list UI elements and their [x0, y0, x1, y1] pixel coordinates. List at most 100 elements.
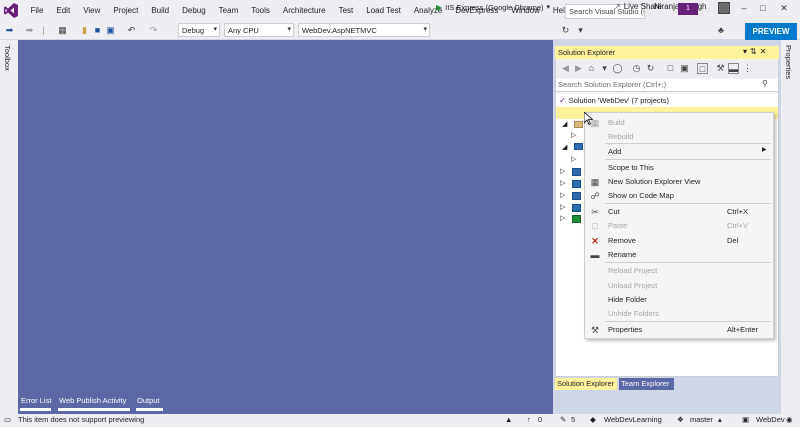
branch-icon[interactable]: ❖	[677, 415, 684, 424]
preview-button[interactable]: PREVIEW	[745, 23, 797, 40]
history-icon[interactable]: ◷	[631, 63, 642, 74]
undo-icon[interactable]: ↶	[126, 25, 137, 36]
back-icon[interactable]: ◀	[560, 63, 571, 74]
menu-item-reload-project[interactable]: Reload Project	[608, 266, 657, 275]
expand-arrow-icon[interactable]: ◢	[562, 120, 567, 128]
configuration-select[interactable]: Debug ▾	[178, 23, 220, 37]
dropdown-icon[interactable]: ▾	[743, 47, 750, 56]
more-icon[interactable]: ⋮	[742, 63, 753, 74]
save-icon[interactable]: ■	[92, 25, 103, 36]
track-active-item-icon[interactable]: □	[697, 63, 708, 74]
notifications-badge[interactable]: 1	[678, 3, 698, 15]
startup-project-select[interactable]: WebDev.AspNETMVC ▾	[298, 23, 430, 37]
repository-icon[interactable]: ◆	[590, 415, 596, 424]
up-arrow-icon[interactable]: ↑	[527, 415, 531, 424]
menu-project[interactable]: Project	[107, 0, 145, 22]
expand-arrow-icon[interactable]: ▷	[560, 167, 565, 175]
menu-build[interactable]: Build	[145, 0, 176, 22]
menu-item-remove[interactable]: Remove	[608, 236, 636, 245]
close-icon[interactable]: ✕	[760, 47, 770, 56]
forward-navigate-icon[interactable]: ➡	[24, 25, 35, 36]
expand-arrow-icon[interactable]: ▷	[560, 203, 565, 211]
menu-test[interactable]: Test	[332, 0, 360, 22]
expand-arrow-icon[interactable]: ◢	[562, 143, 567, 151]
expand-arrow-icon[interactable]: ▷	[571, 131, 576, 139]
menu-item-paste[interactable]: Paste	[608, 221, 627, 230]
open-folder-icon[interactable]: ▮	[79, 25, 90, 36]
tab-solution-explorer[interactable]: Solution Explorer	[555, 378, 617, 390]
menu-file[interactable]: File	[24, 0, 50, 22]
menu-tools[interactable]: Tools	[245, 0, 277, 22]
menu-item-add[interactable]: Add	[608, 147, 621, 156]
feedback-icon[interactable]: ♣	[718, 25, 724, 35]
menu-separator	[605, 262, 771, 263]
new-project-icon[interactable]: ▦	[57, 25, 68, 36]
chevron-up-icon[interactable]: ▴	[718, 415, 722, 424]
menu-view[interactable]: View	[77, 0, 107, 22]
browser-link-icon[interactable]: ▾	[575, 25, 586, 36]
toolbox-tab[interactable]: Toolbox	[3, 45, 12, 71]
shortcut-paste: Ctrl+V	[727, 221, 749, 230]
tab-error-list[interactable]: Error List	[21, 396, 51, 405]
forward-icon[interactable]: ▶	[573, 63, 584, 74]
maximize-icon[interactable]: □	[755, 0, 771, 16]
project-icon[interactable]: ▣	[742, 415, 749, 424]
tree-item-solution[interactable]: ✓ Solution 'WebDev' (7 projects)	[559, 96, 669, 105]
collapse-all-icon[interactable]: □	[665, 63, 676, 74]
properties-tab[interactable]: Properties	[784, 45, 793, 79]
menu-item-build[interactable]: Build	[608, 118, 625, 127]
unpushed-commits-count[interactable]: 0	[538, 415, 542, 424]
menu-team[interactable]: Team	[212, 0, 245, 22]
search-icon[interactable]: ⚲	[762, 79, 768, 88]
live-share-button[interactable]: ↗ Live Share	[614, 2, 662, 11]
switch-views-icon[interactable]: ▾	[599, 63, 610, 74]
expand-arrow-icon[interactable]: ▷	[560, 179, 565, 187]
menu-item-cut[interactable]: Cut	[608, 207, 620, 216]
expand-arrow-icon[interactable]: ▷	[560, 214, 565, 222]
menu-item-show-on-code-map[interactable]: Show on Code Map	[608, 191, 674, 200]
menu-item-properties[interactable]: Properties	[608, 325, 642, 334]
menu-item-rebuild[interactable]: Rebuild	[608, 132, 633, 141]
repository-name[interactable]: WebDevLearning	[604, 415, 662, 424]
visual-studio-logo-icon[interactable]	[4, 3, 18, 18]
pending-changes-count[interactable]: 5	[571, 415, 575, 424]
sync-icon[interactable]: ↻	[645, 63, 656, 74]
preview-selected-icon[interactable]: ▬	[728, 63, 739, 74]
menu-debug[interactable]: Debug	[176, 0, 213, 22]
menu-item-unload-project[interactable]: Unload Project	[608, 281, 657, 290]
start-debugging-button[interactable]: ▶ IIS Express (Google Chrome) ▾	[436, 1, 550, 15]
notification-bell-icon[interactable]: ◉	[786, 415, 793, 424]
project-name[interactable]: WebDev	[756, 415, 785, 424]
tab-web-publish-activity[interactable]: Web Publish Activity	[59, 396, 126, 405]
platform-value: Any CPU	[228, 26, 259, 35]
solution-explorer-search-input[interactable]: Search Solution Explorer (Ctrl+;)	[556, 79, 778, 92]
pending-changes-icon[interactable]: ◯	[612, 63, 623, 74]
save-all-icon[interactable]: ▣	[105, 25, 116, 36]
expand-arrow-icon[interactable]: ▷	[571, 155, 576, 163]
tab-output[interactable]: Output	[137, 396, 160, 405]
platform-select[interactable]: Any CPU ▾	[224, 23, 294, 37]
pin-icon[interactable]: ⇅	[750, 47, 760, 56]
publish-icon[interactable]: ▲	[505, 415, 512, 424]
tab-team-explorer[interactable]: Team Explorer	[619, 378, 674, 390]
expand-arrow-icon[interactable]: ▷	[560, 191, 565, 199]
menu-item-new-solution-explorer-view[interactable]: New Solution Explorer View	[608, 177, 700, 186]
menu-edit[interactable]: Edit	[50, 0, 77, 22]
close-icon[interactable]: ✕	[776, 0, 792, 16]
refresh-icon[interactable]: ↻	[560, 25, 571, 36]
menu-load-test[interactable]: Load Test	[360, 0, 408, 22]
show-all-files-icon[interactable]: ▣	[679, 63, 690, 74]
menu-item-unhide-folders[interactable]: Unhide Folders	[608, 309, 659, 318]
pencil-icon[interactable]: ✎	[560, 415, 566, 424]
branch-name[interactable]: master	[690, 415, 713, 424]
menu-item-scope-to-this[interactable]: Scope to This	[608, 163, 654, 172]
menu-item-rename[interactable]: Rename	[608, 250, 636, 259]
redo-icon[interactable]: ↷	[148, 25, 159, 36]
avatar[interactable]	[718, 2, 730, 14]
home-icon[interactable]: ⌂	[586, 63, 597, 74]
back-navigate-icon[interactable]: ➡	[4, 25, 15, 36]
minimize-icon[interactable]: –	[736, 0, 752, 16]
wrench-icon[interactable]: ⚒	[715, 63, 726, 74]
menu-item-hide-folder[interactable]: Hide Folder	[608, 295, 647, 304]
menu-architecture[interactable]: Architecture	[276, 0, 332, 22]
